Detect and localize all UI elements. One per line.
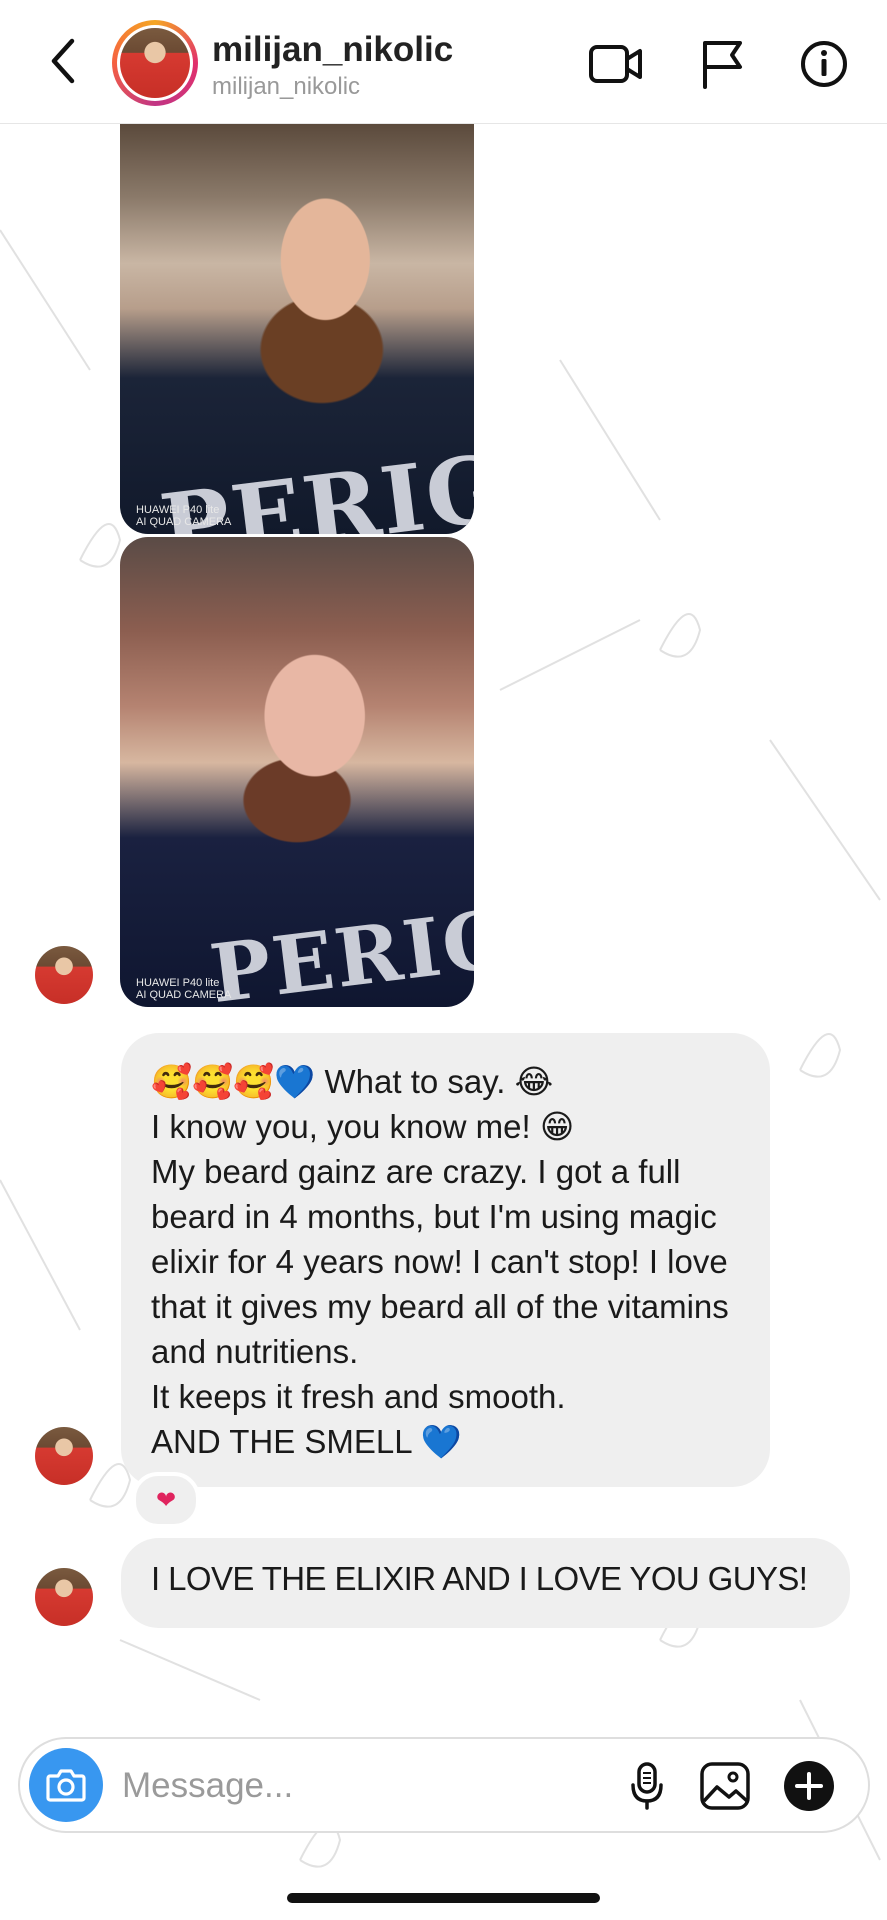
message-bubble[interactable]: 🥰🥰🥰💙 What to say. 😂 I know you, you know… <box>121 1033 770 1487</box>
chat-header: milijan_nikolic milijan_nikolic <box>0 0 887 124</box>
plus-icon[interactable] <box>782 1759 836 1813</box>
shared-photo-1[interactable]: PERIG HUAWEI P40 lite AI QUAD CAMERA <box>120 124 474 534</box>
home-indicator <box>287 1893 600 1903</box>
chat-handle: milijan_nikolic <box>212 73 361 100</box>
profile-avatar[interactable] <box>112 20 198 106</box>
back-chevron-icon[interactable] <box>38 36 88 86</box>
sender-avatar[interactable] <box>35 1427 93 1485</box>
gallery-icon[interactable] <box>698 1759 752 1813</box>
heart-reaction-icon[interactable]: ❤ <box>132 1472 200 1528</box>
message-composer <box>18 1737 870 1833</box>
sender-avatar[interactable] <box>35 1568 93 1626</box>
camera-watermark: HUAWEI P40 lite AI QUAD CAMERA <box>136 977 232 1001</box>
info-icon[interactable] <box>796 36 852 92</box>
flag-icon[interactable] <box>694 36 750 92</box>
camera-watermark: HUAWEI P40 lite AI QUAD CAMERA <box>136 504 232 528</box>
video-call-icon[interactable] <box>588 36 644 92</box>
message-text: I LOVE THE ELIXIR AND I LOVE YOU GUYS! <box>151 1560 808 1597</box>
message-text: 🥰🥰🥰💙 What to say. 😂 I know you, you know… <box>151 1063 729 1460</box>
microphone-icon[interactable] <box>620 1759 674 1813</box>
message-input[interactable] <box>120 1763 504 1809</box>
chat-username[interactable]: milijan_nikolic <box>212 30 453 70</box>
sender-avatar[interactable] <box>35 946 93 1004</box>
camera-icon[interactable] <box>29 1748 103 1822</box>
message-bubble[interactable]: I LOVE THE ELIXIR AND I LOVE YOU GUYS! <box>121 1538 850 1628</box>
shirt-print-text: PERIG <box>205 890 474 1007</box>
shared-photo-2[interactable]: PERIG HUAWEI P40 lite AI QUAD CAMERA <box>120 537 474 1007</box>
